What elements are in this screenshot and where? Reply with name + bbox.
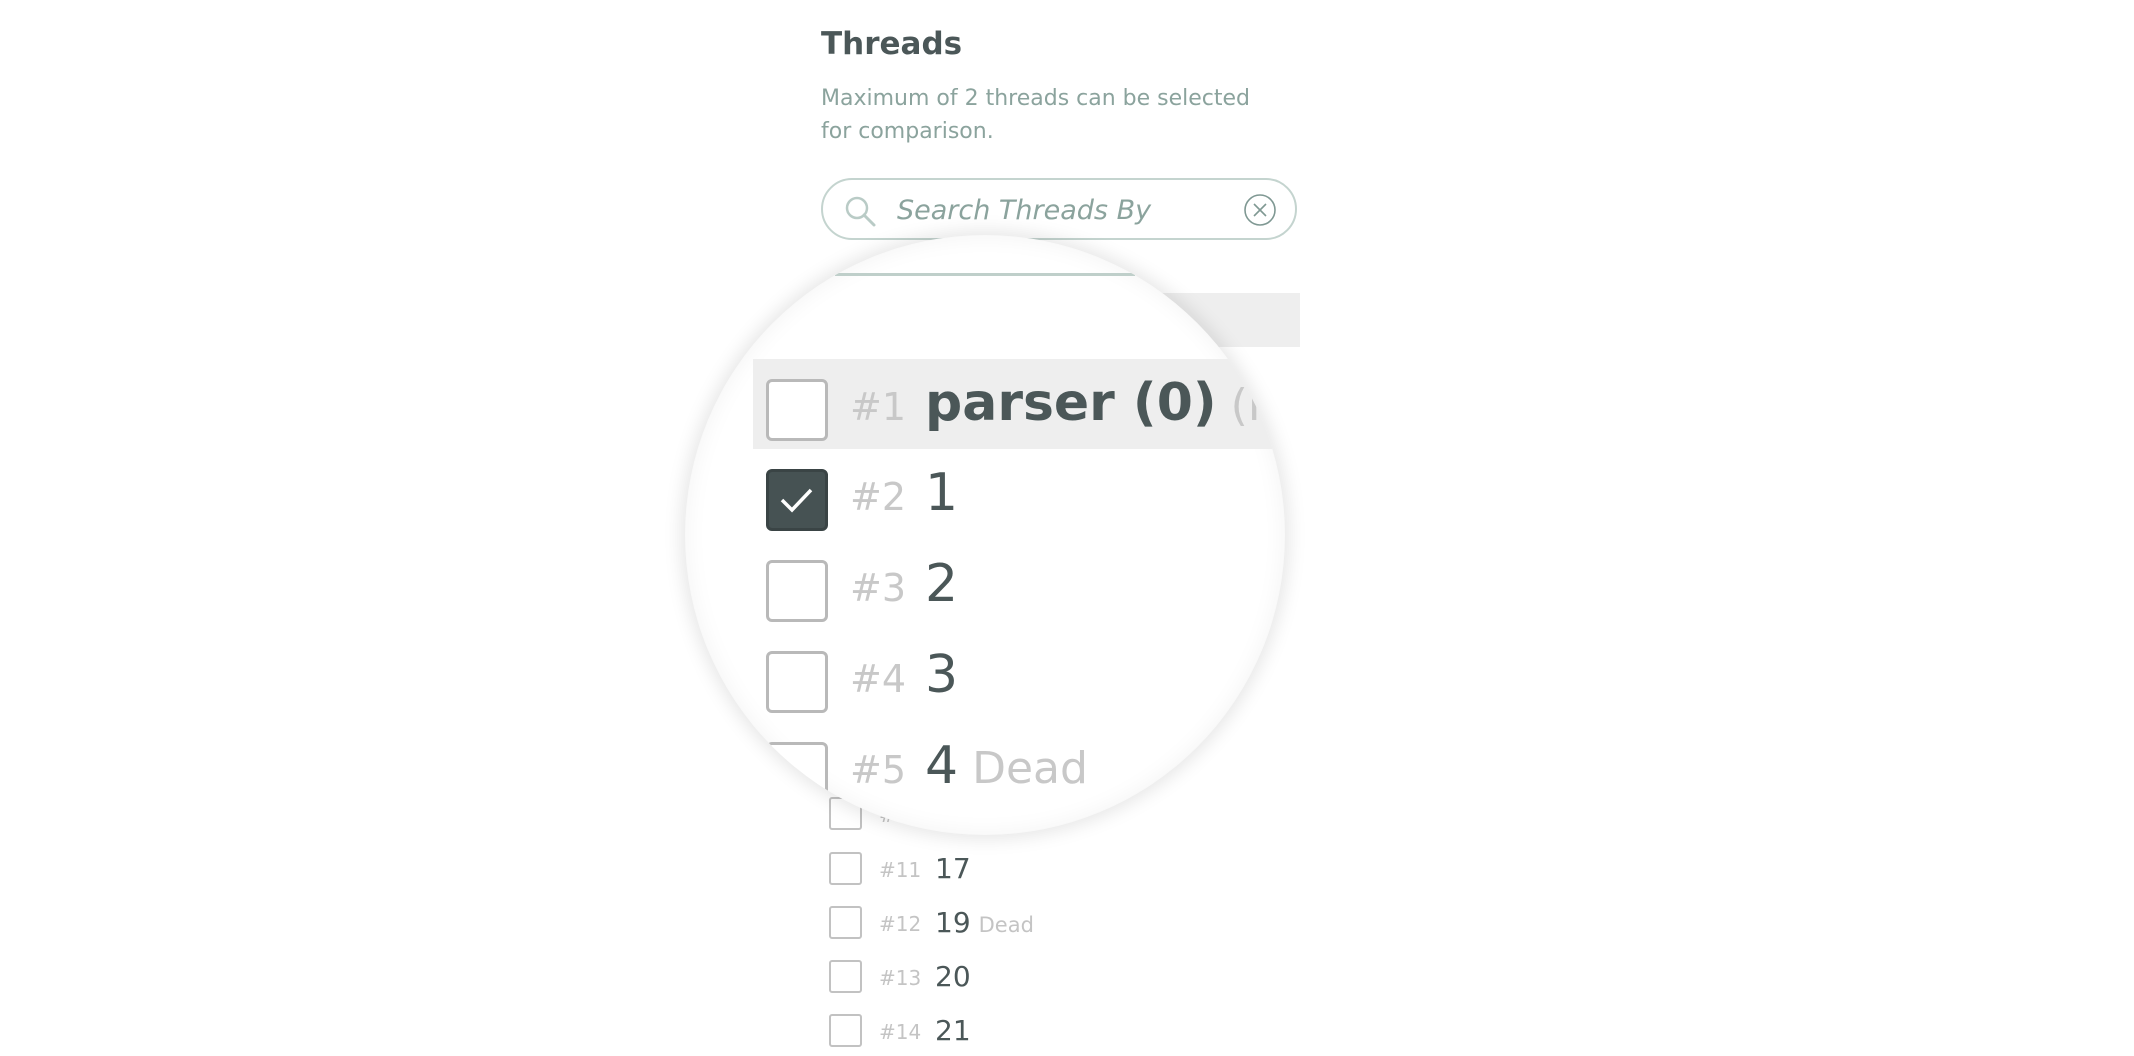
thread-search-field[interactable] — [821, 178, 1297, 240]
thread-checkbox[interactable] — [766, 560, 828, 622]
thread-name: 17 — [935, 852, 979, 885]
magnified-thread-row[interactable]: #3 2 — [753, 540, 1285, 630]
active-tab-underline — [835, 273, 1135, 276]
thread-checkbox[interactable] — [829, 1014, 862, 1047]
thread-name: 21 — [935, 1014, 979, 1047]
thread-name-text: 17 — [935, 852, 971, 885]
thread-name-text: 4 — [925, 736, 959, 796]
thread-checkbox[interactable] — [829, 852, 862, 885]
thread-index: #3 — [850, 566, 907, 610]
panel-title: Threads — [821, 26, 963, 62]
thread-index: #12 — [879, 912, 922, 936]
thread-name-text: 19 — [935, 906, 971, 939]
thread-checkbox[interactable] — [766, 742, 828, 804]
thread-name: 20 — [935, 960, 979, 993]
thread-name: parser (0) (Main — [925, 373, 1285, 433]
thread-name-text: 21 — [935, 1014, 971, 1047]
search-icon — [845, 196, 876, 227]
thread-name-text: 20 — [935, 960, 971, 993]
panel-description: Maximum of 2 threads can be selected for… — [821, 86, 1251, 144]
thread-index: #11 — [879, 858, 922, 882]
thread-checkbox-checked[interactable] — [766, 469, 828, 531]
magnified-thread-row[interactable]: #2 1 — [753, 449, 1285, 539]
thread-subtitle: (Main — [1230, 380, 1285, 431]
thread-name-text: 1 — [925, 463, 959, 523]
thread-index: #1 — [850, 385, 907, 429]
thread-name: 3 — [925, 645, 972, 705]
magnified-thread-row[interactable]: #1 parser (0) (Main — [753, 359, 1285, 449]
thread-name-text: 2 — [925, 554, 959, 614]
thread-index: #14 — [879, 1020, 922, 1044]
thread-index: #5 — [850, 748, 907, 792]
thread-name-text: 3 — [925, 645, 959, 705]
thread-index: #4 — [850, 657, 907, 701]
thread-checkbox[interactable] — [829, 906, 862, 939]
thread-index: #2 — [850, 475, 907, 519]
thread-status: Dead — [978, 913, 1034, 937]
magnified-thread-row[interactable]: #4 3 — [753, 631, 1285, 721]
magnified-thread-row[interactable]: #5 4 Dead — [753, 722, 1285, 812]
thread-checkbox[interactable] — [766, 379, 828, 441]
thread-name-text: parser (0) — [925, 373, 1217, 433]
checkmark-icon — [780, 488, 813, 513]
thread-subtitle: Dead — [972, 743, 1088, 794]
thread-name: 19 Dead — [935, 906, 1034, 939]
search-input[interactable] — [895, 188, 1229, 232]
thread-checkbox[interactable] — [766, 651, 828, 713]
thread-index: #13 — [879, 966, 922, 990]
clear-search-icon[interactable] — [1243, 193, 1277, 227]
thread-name: 2 — [925, 554, 972, 614]
magnifier-lens: #1 parser (0) (Main #2 1 #3 2 #4 3 #5 4 Dead — [685, 235, 1285, 835]
thread-checkbox[interactable] — [829, 960, 862, 993]
thread-name: 1 — [925, 463, 972, 523]
thread-name: 4 Dead — [925, 736, 1088, 796]
